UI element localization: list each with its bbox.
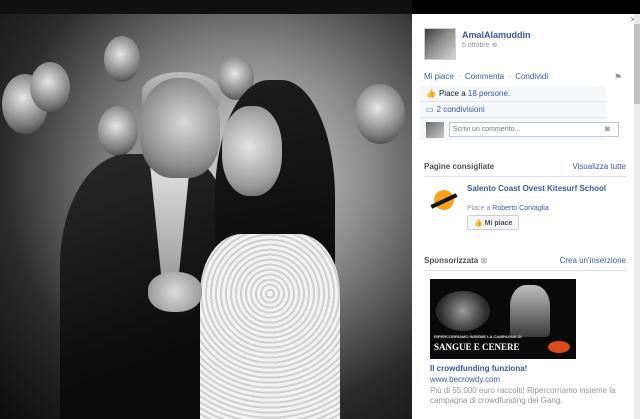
suggested-page: Salento Coast Ovest Kitesurf School Piac…	[424, 184, 626, 234]
photo-side-panel: AmalAlamuddin 6 ottobre ⊕ Mi piace · Com…	[412, 14, 634, 419]
ad-image-caption: RIPERCORRIAMO INSIEME LA CAMPAGNA DI	[434, 334, 522, 339]
comment-composer: ◙	[420, 118, 619, 140]
action-separator: ·	[458, 72, 461, 81]
liker-link[interactable]: Roberto Corvaglia	[492, 205, 548, 212]
post-author: AmalAlamuddin 6 ottobre ⊕	[424, 28, 634, 68]
comment-input[interactable]	[449, 122, 619, 137]
guest-face	[355, 84, 405, 144]
sponsored-header: Sponsorizzata ⊠ Crea un'inserzione	[424, 256, 626, 265]
ad-image-headline: SANGUE E CENERE	[434, 342, 520, 352]
sponsored-title: Sponsorizzata	[424, 256, 479, 265]
panel-scrollbar[interactable]	[634, 14, 640, 419]
viewer-avatar	[426, 122, 444, 138]
report-flag-icon[interactable]: ⚑	[614, 72, 622, 83]
scrollbar-thumb[interactable]	[634, 24, 640, 104]
guest-face	[104, 36, 140, 82]
photo-viewer[interactable]	[0, 0, 412, 419]
post-date-text[interactable]: 6 ottobre	[462, 42, 490, 49]
ad-image[interactable]: RIPERCORRIAMO INSIEME LA CAMPAGNA DI SAN…	[430, 279, 576, 359]
kitesurf-logo-icon[interactable]	[428, 186, 460, 216]
likes-prefix: Piace a	[438, 89, 468, 98]
ad-guitarist	[510, 285, 550, 337]
action-separator: ·	[508, 72, 511, 81]
camera-icon[interactable]: ◙	[605, 124, 610, 133]
bride-face	[222, 106, 282, 196]
page-like-button[interactable]: 👍 Mi piace	[467, 215, 520, 230]
share-icon: ▭	[426, 105, 434, 114]
see-all-link[interactable]: Visualizza tutte	[572, 162, 626, 171]
share-link[interactable]: Condividi	[515, 72, 548, 81]
viewer-top-bar	[0, 0, 412, 14]
create-ad-link[interactable]: Crea un'inserzione	[560, 256, 626, 265]
likers-prefix: Piace a	[467, 205, 493, 212]
guest-face	[98, 106, 138, 156]
bride-dress	[200, 234, 340, 419]
divider	[424, 270, 626, 271]
divider	[424, 176, 626, 177]
page-like-label: Mi piace	[484, 219, 513, 227]
globe-icon: ⊕	[491, 42, 498, 49]
comment-link[interactable]: Commenta	[465, 72, 504, 81]
suggested-pages-header: Pagine consigliate Visualizza tutte	[424, 162, 626, 171]
like-link[interactable]: Mi piace	[424, 72, 454, 81]
feedback-box: 👍Piace a 18 persone. ▭2 condivisioni ◙	[420, 86, 619, 140]
joined-hands	[148, 272, 202, 312]
thumbs-up-icon: 👍	[426, 89, 436, 98]
likes-count-link[interactable]: 18 persone.	[468, 89, 510, 98]
thumbs-up-icon: 👍	[474, 219, 483, 227]
post-actions: Mi piace · Commenta · Condividi	[424, 72, 624, 81]
page-name[interactable]: Salento Coast Ovest Kitesurf School	[467, 184, 617, 194]
ad-drummer	[436, 291, 490, 331]
ad-description: Più di 55.000 euro raccolti! Ripercorria…	[430, 386, 616, 405]
guest-face	[30, 62, 70, 112]
shares-link[interactable]: 2 condivisioni	[437, 105, 485, 114]
ad-title[interactable]: Il crowdfunding funziona!	[430, 364, 527, 373]
ad-url[interactable]: www.becrowdy.com	[430, 375, 500, 384]
author-name[interactable]: AmalAlamuddin	[462, 30, 531, 40]
sponsored-info-icon[interactable]: ⊠	[480, 256, 487, 265]
shares-summary: ▭ 2 condivisioni	[420, 102, 606, 118]
suggested-pages-title: Pagine consigliate	[424, 162, 495, 171]
ad-brand-logo	[548, 341, 570, 353]
wedding-photo[interactable]	[0, 14, 412, 419]
author-avatar[interactable]	[424, 28, 456, 60]
post-date[interactable]: 6 ottobre ⊕	[462, 41, 497, 49]
groom-face	[140, 78, 220, 178]
likes-summary: 👍 Piace a 18 persone.	[420, 86, 606, 102]
page-likers: Piace a Roberto Corvaglia	[467, 205, 549, 212]
